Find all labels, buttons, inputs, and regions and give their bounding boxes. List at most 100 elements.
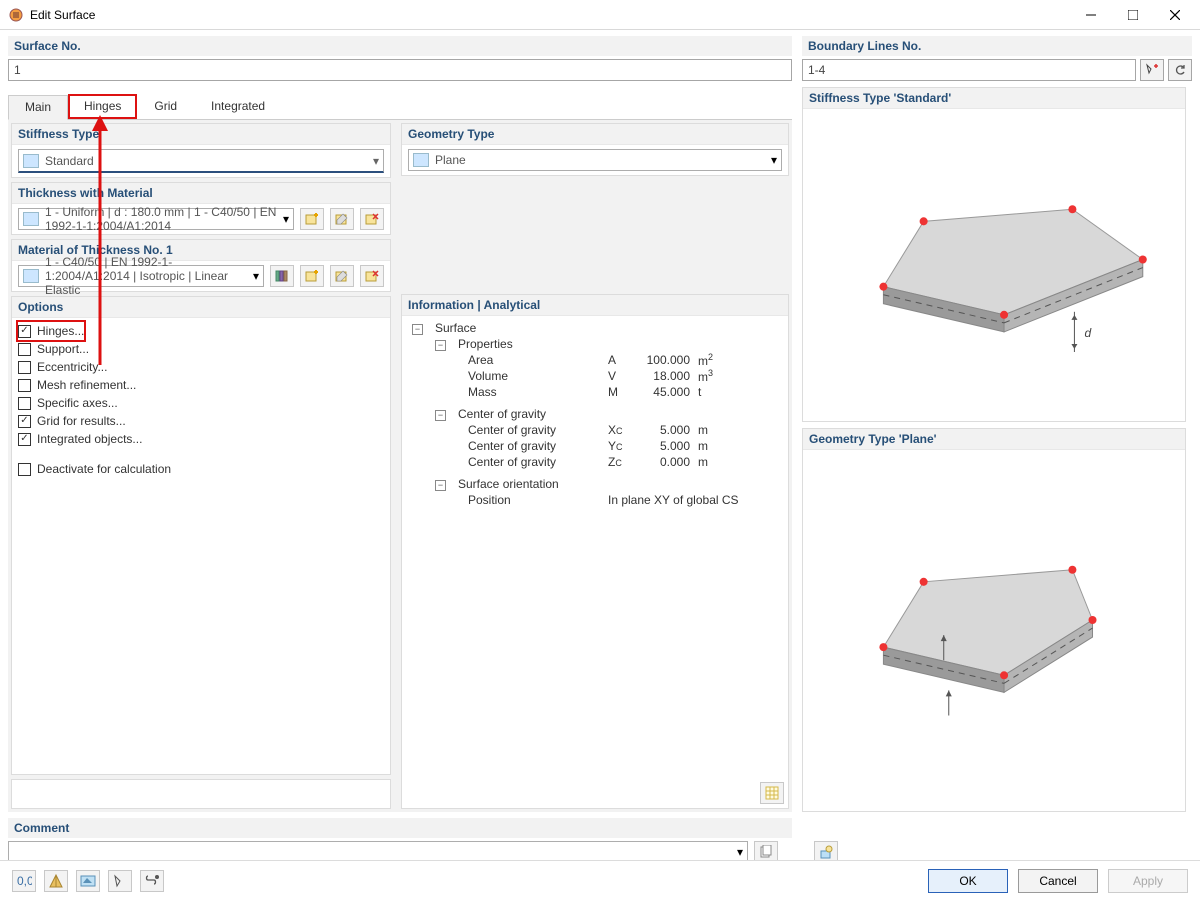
option-label: Eccentricity... bbox=[37, 360, 107, 374]
option-label: Hinges... bbox=[37, 324, 84, 338]
chevron-down-icon: ▾ bbox=[737, 845, 743, 859]
option-label: Mesh refinement... bbox=[37, 378, 136, 392]
window-title: Edit Surface bbox=[30, 8, 1070, 22]
info-table: −Surface −Properties AreaA100.000m2 Volu… bbox=[408, 320, 782, 508]
thickness-combo[interactable]: 1 - Uniform | d : 180.0 mm | 1 - C40/50 … bbox=[18, 208, 294, 230]
geometry-value: Plane bbox=[435, 153, 771, 167]
surface-no-input[interactable] bbox=[8, 59, 792, 81]
option-label: Specific axes... bbox=[37, 396, 118, 410]
checkbox-icon bbox=[18, 463, 31, 476]
option-label: Support... bbox=[37, 342, 89, 356]
option-grid-for-results[interactable]: Grid for results... bbox=[18, 412, 384, 430]
chevron-down-icon: ▾ bbox=[283, 212, 289, 226]
collapse-icon[interactable]: − bbox=[435, 340, 446, 351]
material-panel: Material of Thickness No. 1 1 - C40/50 |… bbox=[11, 239, 391, 292]
pick-button[interactable] bbox=[108, 870, 132, 892]
checkbox-icon bbox=[18, 379, 31, 392]
checkbox-icon bbox=[18, 433, 31, 446]
delete-thickness-button[interactable] bbox=[360, 208, 384, 230]
information-panel: Information | Analytical −Surface −Prope… bbox=[401, 294, 789, 809]
option-support[interactable]: Support... bbox=[18, 340, 384, 358]
checkbox-icon bbox=[18, 343, 31, 356]
option-label: Grid for results... bbox=[37, 414, 126, 428]
script-button[interactable] bbox=[140, 870, 164, 892]
stiffness-swatch-icon bbox=[23, 154, 39, 168]
tab-hinges[interactable]: Hinges bbox=[68, 94, 137, 119]
material-swatch-icon bbox=[23, 269, 39, 283]
info-grid-button[interactable] bbox=[760, 782, 784, 804]
option-hinges[interactable]: Hinges... bbox=[18, 322, 84, 340]
tab-grid[interactable]: Grid bbox=[137, 94, 194, 119]
comment-label: Comment bbox=[8, 818, 792, 838]
option-label: Integrated objects... bbox=[37, 432, 142, 446]
cancel-button[interactable]: Cancel bbox=[1018, 869, 1098, 893]
option-mesh-refinement[interactable]: Mesh refinement... bbox=[18, 376, 384, 394]
material-combo[interactable]: 1 - C40/50 | EN 1992-1-1:2004/A1:2014 | … bbox=[18, 265, 264, 287]
stiffness-label: Stiffness Type bbox=[12, 124, 390, 145]
tabs: Main Hinges Grid Integrated bbox=[8, 94, 792, 119]
options-label: Options bbox=[12, 297, 390, 318]
units-button[interactable]: 0,00 bbox=[12, 870, 36, 892]
chevron-down-icon: ▾ bbox=[771, 153, 777, 167]
close-button[interactable] bbox=[1154, 1, 1196, 29]
stiffness-type-combo[interactable]: Standard ▾ bbox=[18, 149, 384, 173]
preview-stiffness-label: Stiffness Type 'Standard' bbox=[803, 88, 1185, 109]
geometry-type-combo[interactable]: Plane ▾ bbox=[408, 149, 782, 171]
thickness-label: Thickness with Material bbox=[12, 183, 390, 204]
option-deactivate[interactable]: Deactivate for calculation bbox=[18, 460, 384, 478]
option-specific-axes[interactable]: Specific axes... bbox=[18, 394, 384, 412]
checkbox-icon bbox=[18, 397, 31, 410]
collapse-icon[interactable]: − bbox=[435, 410, 446, 421]
edit-thickness-button[interactable] bbox=[330, 208, 354, 230]
boundary-lines-input[interactable] bbox=[802, 59, 1136, 81]
collapse-icon[interactable]: − bbox=[435, 480, 446, 491]
preview-geometry: Geometry Type 'Plane' bbox=[802, 428, 1186, 812]
apply-button[interactable]: Apply bbox=[1108, 869, 1188, 893]
dialog-content: Surface No. Boundary Lines No. Main Hing… bbox=[0, 30, 1200, 860]
tab-integrated[interactable]: Integrated bbox=[194, 94, 282, 119]
geometry-panel: Geometry Type Plane ▾ bbox=[401, 123, 789, 176]
titlebar: Edit Surface bbox=[0, 0, 1200, 30]
maximize-button[interactable] bbox=[1112, 1, 1154, 29]
thickness-swatch-icon bbox=[23, 212, 39, 226]
new-thickness-button[interactable] bbox=[300, 208, 324, 230]
tab-main[interactable]: Main bbox=[8, 95, 68, 120]
svg-text:d: d bbox=[1084, 326, 1092, 340]
footer-bar: 0,00 OK Cancel Apply bbox=[0, 860, 1200, 900]
collapse-icon[interactable]: − bbox=[412, 324, 423, 335]
preview-stiffness: Stiffness Type 'Standard' d bbox=[802, 87, 1186, 422]
geometry-swatch-icon bbox=[413, 153, 429, 167]
chevron-down-icon: ▾ bbox=[373, 154, 379, 168]
minimize-button[interactable] bbox=[1070, 1, 1112, 29]
blank-panel bbox=[11, 779, 391, 809]
information-header: Information | Analytical bbox=[402, 295, 788, 316]
surface-no-label: Surface No. bbox=[8, 36, 792, 56]
comment-section: Comment ▾ bbox=[8, 818, 1192, 863]
thickness-panel: Thickness with Material 1 - Uniform | d … bbox=[11, 182, 391, 235]
options-panel: Options Hinges... Support... bbox=[11, 296, 391, 775]
material-library-button[interactable] bbox=[270, 265, 294, 287]
edit-material-button[interactable] bbox=[330, 265, 354, 287]
svg-text:0,00: 0,00 bbox=[17, 874, 32, 888]
pick-lines-button[interactable] bbox=[1140, 59, 1164, 81]
checkbox-icon bbox=[18, 415, 31, 428]
option-integrated-objects[interactable]: Integrated objects... bbox=[18, 430, 384, 448]
chevron-down-icon: ▾ bbox=[253, 269, 259, 283]
stiffness-panel: Stiffness Type Standard ▾ bbox=[11, 123, 391, 178]
checkbox-icon bbox=[18, 325, 31, 338]
option-label: Deactivate for calculation bbox=[37, 462, 171, 476]
ok-button[interactable]: OK bbox=[928, 869, 1008, 893]
preview-geometry-label: Geometry Type 'Plane' bbox=[803, 429, 1185, 450]
material-value: 1 - C40/50 | EN 1992-1-1:2004/A1:2014 | … bbox=[45, 255, 253, 297]
render-button[interactable] bbox=[76, 870, 100, 892]
reverse-lines-button[interactable] bbox=[1168, 59, 1192, 81]
view-button[interactable] bbox=[44, 870, 68, 892]
stiffness-value: Standard bbox=[45, 154, 373, 168]
new-material-button[interactable] bbox=[300, 265, 324, 287]
boundary-lines-label: Boundary Lines No. bbox=[802, 36, 1192, 56]
preview-stiffness-svg: d bbox=[803, 88, 1185, 421]
app-icon bbox=[8, 7, 24, 23]
option-eccentricity[interactable]: Eccentricity... bbox=[18, 358, 384, 376]
delete-material-button[interactable] bbox=[360, 265, 384, 287]
preview-geometry-svg bbox=[803, 429, 1185, 811]
